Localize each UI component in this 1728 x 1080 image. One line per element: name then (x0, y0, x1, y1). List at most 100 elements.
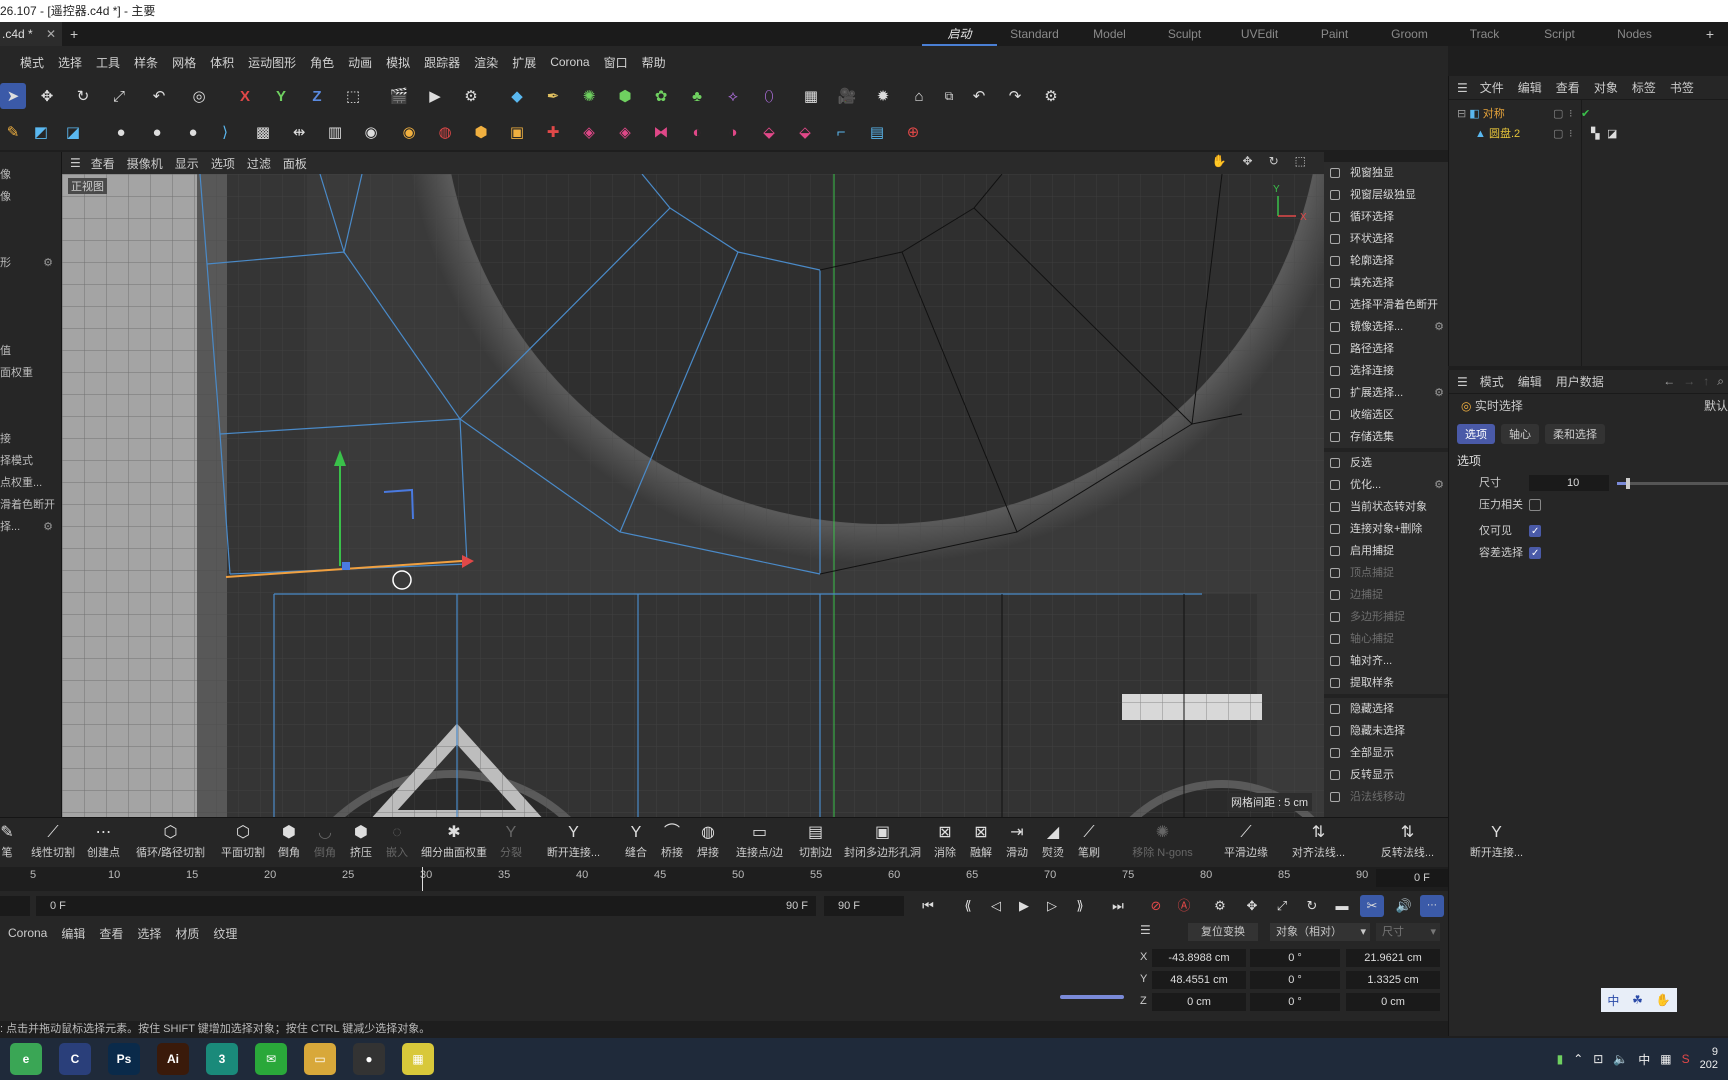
command-item[interactable]: 反转显示 (1324, 764, 1448, 786)
pressure-checkbox[interactable] (1529, 499, 1541, 511)
camera-icon[interactable]: 🎥 (834, 83, 860, 109)
playhead-marker[interactable] (422, 867, 423, 891)
live-select-icon[interactable]: ➤ (0, 83, 26, 109)
timeline-ruler[interactable]: 5 10 15 20 25 30 35 40 45 50 55 60 65 70 75 80 85 90 0 F (0, 867, 1448, 891)
coord-pos-field[interactable]: 0 cm (1152, 993, 1246, 1011)
left-panel-item[interactable]: 择模式 (0, 450, 61, 472)
points-mode-icon[interactable]: ◩ (28, 119, 54, 145)
ime-tray-label[interactable]: 中 (1638, 1051, 1650, 1068)
mesh-grid-icon[interactable]: ▩ (250, 119, 276, 145)
end-frame-field[interactable]: 90 F (824, 896, 904, 916)
volume-icon[interactable]: 🔈 (1613, 1052, 1628, 1066)
battery-icon[interactable]: ▮ (1557, 1052, 1564, 1066)
material-menu-item[interactable]: 纹理 (213, 925, 237, 942)
loop-icon[interactable]: ◈ (612, 119, 638, 145)
size-slider-track[interactable] (1617, 478, 1728, 489)
blocks2-icon[interactable]: ⬙ (792, 119, 818, 145)
command-item[interactable]: 轴对齐... (1324, 650, 1448, 672)
coord-size-field[interactable]: 21.9621 cm (1346, 949, 1440, 967)
left-panel-item[interactable]: 择... ⚙ (0, 516, 61, 538)
file-tab[interactable]: .c4d * ✕ (0, 22, 62, 46)
folder-icon[interactable]: ▭ (304, 1043, 336, 1075)
attribute-tab[interactable]: 选项 (1457, 424, 1495, 444)
modeling-tool-button[interactable]: ▣ 封闭多边形孔洞 (839, 822, 926, 866)
attribute-menu-item[interactable]: 编辑 (1518, 373, 1542, 390)
play-icon[interactable]: ▶ (1012, 895, 1036, 917)
material-menu-item[interactable]: Corona (8, 926, 47, 940)
undo-view-icon[interactable]: ↶ (966, 83, 992, 109)
menu-item[interactable]: 窗口 (604, 54, 628, 71)
coord-hamburger-icon[interactable]: ☰ (1140, 923, 1151, 937)
field-icon[interactable]: ⬯ (756, 83, 782, 109)
material-menu-item[interactable]: 编辑 (61, 925, 85, 942)
coord-mode-select[interactable]: 对象（相对） ▾ (1270, 923, 1370, 941)
coord-size-field[interactable]: 1.3325 cm (1346, 971, 1440, 989)
new-tab-icon[interactable]: + (70, 22, 78, 46)
command-item[interactable]: 连接对象+删除 (1324, 518, 1448, 540)
x-axis-icon[interactable]: X (232, 83, 258, 109)
sphere-target-icon[interactable]: ⊕ (900, 119, 926, 145)
menu-item[interactable]: 帮助 (642, 54, 666, 71)
menu-item[interactable]: 模拟 (386, 54, 410, 71)
prev-frame-icon[interactable]: ◁ (984, 895, 1008, 917)
coord-rot-field[interactable]: 0 ° (1250, 993, 1340, 1011)
visibility-dots-icon[interactable]: ⁝ (1569, 124, 1573, 144)
left-panel-item[interactable]: 面权重 (0, 362, 61, 384)
modeling-tool-button[interactable]: ▭ 连接点/边 (727, 822, 792, 866)
gear-icon[interactable]: ⚙ (1434, 382, 1444, 404)
layer-icon[interactable]: ▢ (1553, 104, 1563, 124)
record-icon[interactable]: ● (353, 1043, 385, 1075)
object-menu-item[interactable]: 查看 (1556, 79, 1580, 96)
phong-tag-icon[interactable]: ◪ (1607, 124, 1617, 144)
render-view-icon[interactable]: 🎬 (386, 83, 412, 109)
maximize-icon[interactable]: ⬚ (1295, 154, 1306, 168)
left-panel-item[interactable]: 滑着色断开 (0, 494, 61, 516)
snap-icon[interactable]: ◎ (186, 83, 212, 109)
record-key-icon[interactable]: ⊘ (1144, 895, 1168, 917)
command-item[interactable]: 填充选择 (1324, 272, 1448, 294)
viewport-menu-item[interactable]: 查看 (91, 155, 115, 172)
layer-icon[interactable]: ▢ (1553, 124, 1563, 144)
menu-item[interactable]: 渲染 (474, 54, 498, 71)
autokey-icon[interactable]: Ⓐ (1172, 895, 1196, 917)
back-icon[interactable]: ← (1663, 374, 1675, 389)
add-layout-icon[interactable]: + (1706, 22, 1714, 46)
current-frame-field[interactable]: 0 F (1376, 869, 1448, 887)
align-icon[interactable]: ▥ (322, 119, 348, 145)
modeling-tool-button[interactable]: ⇅ 反转法线... (1364, 822, 1451, 866)
modeling-tool-button[interactable]: ✎ 笔 (0, 822, 24, 866)
reset-transform-button[interactable]: 复位变换 (1188, 923, 1258, 941)
object-menu-item[interactable]: 编辑 (1518, 79, 1542, 96)
left-panel-item[interactable]: 像 (0, 164, 61, 186)
extrude-generator-icon[interactable]: ⬢ (612, 83, 638, 109)
ime-hand-icon[interactable]: ✋ (1656, 993, 1671, 1007)
left-panel-item[interactable]: 像 (0, 186, 61, 208)
redo-view-icon[interactable]: ↷ (1002, 83, 1028, 109)
object-menu-item[interactable]: 文件 (1480, 79, 1504, 96)
sphere2-icon[interactable]: ● (144, 119, 170, 145)
gear-icon[interactable]: ⚙ (1434, 474, 1444, 496)
browser-icon[interactable]: e (10, 1043, 42, 1075)
z-axis-icon[interactable]: Z (304, 83, 330, 109)
layout-tab[interactable]: UVEdit (1222, 22, 1297, 46)
layout-tab[interactable]: Groom (1372, 22, 1447, 46)
layout-tab[interactable]: 启动 (922, 22, 997, 46)
layout-tab[interactable]: Model (1072, 22, 1147, 46)
command-item[interactable]: 反选 (1324, 452, 1448, 474)
half-sphere2-icon[interactable]: ◑ (720, 119, 746, 145)
command-item[interactable]: 轮廓选择 (1324, 250, 1448, 272)
move-icon[interactable]: ✥ (34, 83, 60, 109)
render-icon[interactable]: ▶ (422, 83, 448, 109)
coord-rot-field[interactable]: 0 ° (1250, 971, 1340, 989)
orbit-icon[interactable]: ↻ (1269, 154, 1279, 168)
left-panel-item[interactable]: 点权重... (0, 472, 61, 494)
left-panel-item[interactable] (0, 318, 61, 340)
box-icon[interactable]: ▣ (504, 119, 530, 145)
ime-toolbar[interactable]: 中 ☘ ✋ (1601, 988, 1677, 1012)
modeling-tool-button[interactable]: ⇥ 滑动 (1000, 822, 1034, 866)
deformer-icon[interactable]: ⟡ (720, 83, 746, 109)
viewport-menu-item[interactable]: 面板 (283, 155, 307, 172)
viewport-menu-item[interactable]: 过滤 (247, 155, 271, 172)
network-icon[interactable]: ⊡ (1593, 1052, 1603, 1066)
menu-item[interactable]: 网格 (172, 54, 196, 71)
